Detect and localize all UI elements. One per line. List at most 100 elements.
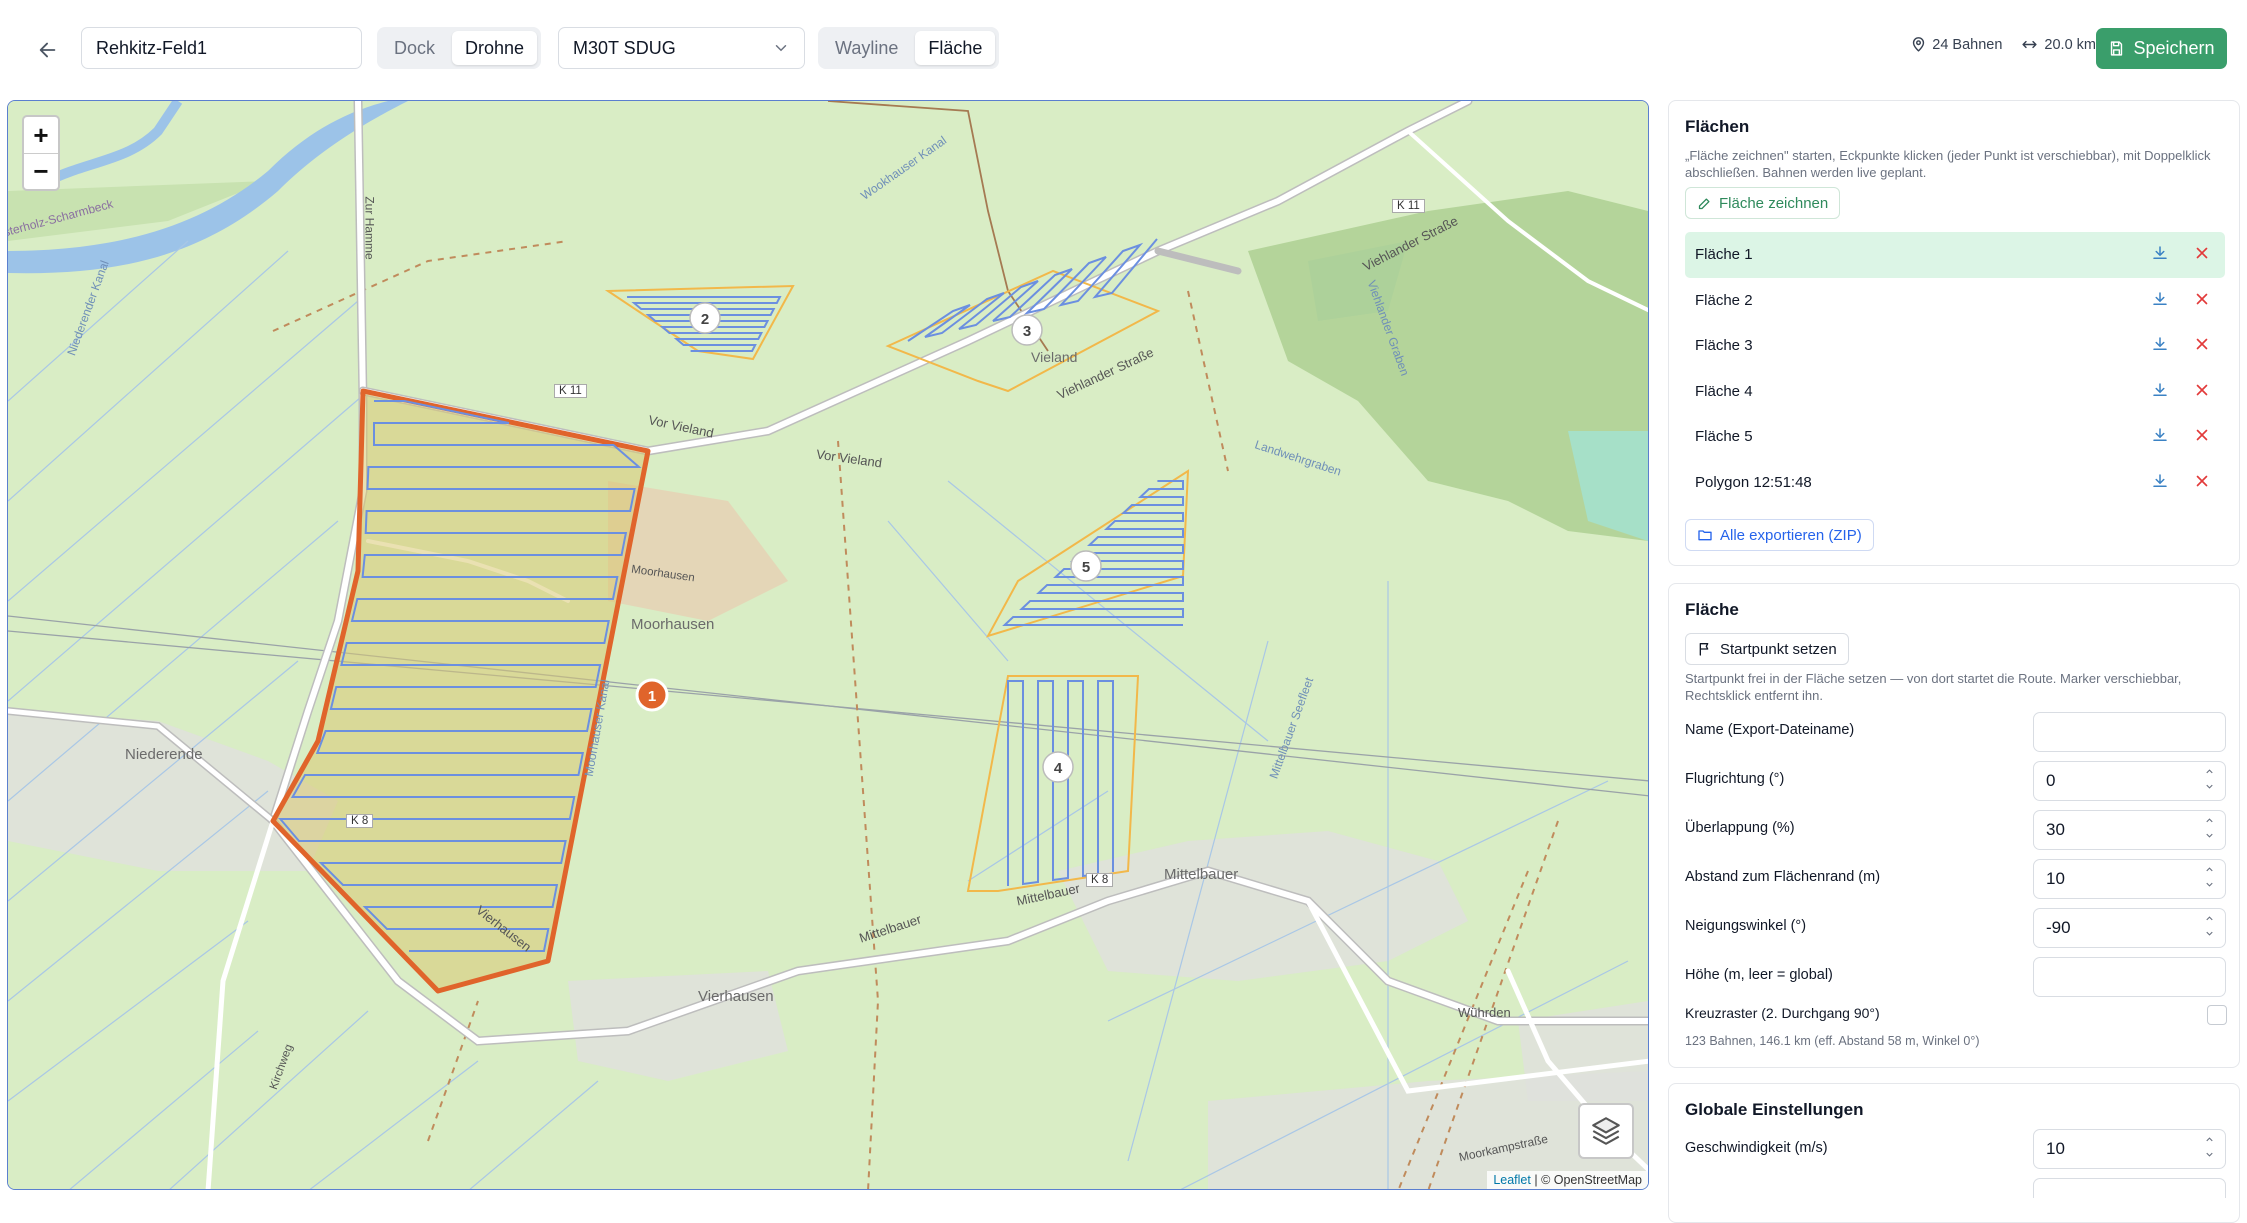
height-input[interactable] bbox=[2033, 957, 2226, 997]
stepper[interactable] bbox=[2204, 913, 2215, 939]
save-button[interactable]: Speichern bbox=[2096, 28, 2227, 69]
close-icon[interactable] bbox=[2193, 290, 2211, 308]
top-bar: Rehkitz-Feld1 Dock Drohne M30T SDUG Wayl… bbox=[0, 0, 2247, 98]
stepper[interactable] bbox=[2204, 766, 2215, 792]
layers-button[interactable] bbox=[1578, 1103, 1634, 1159]
tab-dock[interactable]: Dock bbox=[381, 31, 448, 65]
area-item[interactable]: Fläche 1 bbox=[1685, 232, 2225, 278]
chevron-up-icon[interactable] bbox=[2204, 766, 2215, 777]
export-name-input[interactable] bbox=[2033, 712, 2226, 752]
close-icon[interactable] bbox=[2193, 381, 2211, 399]
export-all-label: Alle exportieren (ZIP) bbox=[1720, 526, 1862, 544]
download-icon[interactable] bbox=[2151, 426, 2169, 444]
area-item-label: Fläche 1 bbox=[1695, 246, 1753, 264]
place-label: Moorhausen bbox=[631, 616, 715, 633]
distance-value: 20.0 km bbox=[2044, 36, 2096, 53]
place-label: Mittelbauer bbox=[1164, 866, 1239, 883]
area-settings-title: Fläche bbox=[1685, 600, 1739, 619]
tilt-input[interactable]: -90 bbox=[2033, 908, 2226, 948]
chevron-down-icon[interactable] bbox=[2204, 879, 2215, 890]
zoom-out-button[interactable]: − bbox=[24, 153, 58, 189]
chevron-up-icon[interactable] bbox=[2204, 815, 2215, 826]
map-canvas[interactable]: 1 2 3 4 5 bbox=[8, 101, 1649, 1190]
stepper[interactable] bbox=[2204, 815, 2215, 841]
lanes-count: 24 Bahnen bbox=[1932, 36, 2003, 53]
direction-input[interactable]: 0 bbox=[2033, 761, 2226, 801]
area-item[interactable]: Polygon 12:51:48 bbox=[1685, 460, 2225, 506]
chevron-down-icon bbox=[775, 45, 787, 52]
road-label: K 8 bbox=[1086, 873, 1114, 887]
road-label: Zur Hamme bbox=[362, 196, 377, 260]
route-stats: 24 Bahnen 20.0 km bbox=[1910, 36, 2096, 53]
field-label-direction: Flugrichtung (°) bbox=[1685, 771, 1785, 787]
stepper[interactable] bbox=[2204, 864, 2215, 890]
road-label: K 11 bbox=[1392, 199, 1425, 213]
margin-input[interactable]: 10 bbox=[2033, 859, 2226, 899]
chevron-up-icon[interactable] bbox=[2204, 913, 2215, 924]
areas-title: Flächen bbox=[1685, 117, 1750, 136]
tab-drohne[interactable]: Drohne bbox=[452, 31, 538, 65]
direction-value: 0 bbox=[2046, 771, 2056, 790]
field-name-input[interactable]: Rehkitz-Feld1 bbox=[81, 27, 362, 69]
tab-wayline[interactable]: Wayline bbox=[822, 31, 911, 65]
svg-text:5: 5 bbox=[1082, 559, 1090, 576]
folder-icon bbox=[1698, 530, 1712, 541]
chevron-down-icon[interactable] bbox=[2204, 1149, 2215, 1160]
area-item-label: Polygon 12:51:48 bbox=[1695, 473, 1812, 491]
chevron-up-icon[interactable] bbox=[2204, 864, 2215, 875]
close-icon[interactable] bbox=[2193, 472, 2211, 490]
area-marker-1[interactable]: 1 bbox=[635, 678, 669, 712]
svg-text:3: 3 bbox=[1023, 323, 1031, 340]
drone-model-select[interactable]: M30T SDUG bbox=[558, 27, 805, 69]
leaflet-link[interactable]: Leaflet bbox=[1493, 1173, 1531, 1187]
save-label: Speichern bbox=[2133, 38, 2215, 58]
download-icon[interactable] bbox=[2151, 335, 2169, 353]
overlap-value: 30 bbox=[2046, 820, 2065, 839]
cross-grid-checkbox[interactable] bbox=[2207, 1005, 2227, 1025]
startpoint-hint: Startpunkt frei in der Fläche setzen — v… bbox=[1685, 671, 2182, 703]
chevron-down-icon[interactable] bbox=[2204, 781, 2215, 792]
close-icon[interactable] bbox=[2193, 335, 2211, 353]
place-label: Niederende bbox=[125, 746, 203, 763]
export-all-button[interactable]: Alle exportieren (ZIP) bbox=[1685, 519, 1874, 551]
areas-panel: Flächen „Fläche zeichnen" starten, Eckpu… bbox=[1668, 100, 2240, 566]
field-label-margin: Abstand zum Flächenrand (m) bbox=[1685, 869, 1881, 885]
area-marker-4[interactable]: 4 bbox=[1042, 751, 1074, 783]
chevron-down-icon[interactable] bbox=[2204, 928, 2215, 939]
overlap-input[interactable]: 30 bbox=[2033, 810, 2226, 850]
arrow-left-icon bbox=[39, 42, 56, 58]
area-settings-panel: Fläche Startpunkt setzen Startpunkt frei… bbox=[1668, 583, 2240, 1068]
global-settings-panel: Globale Einstellungen Geschwindigkeit (m… bbox=[1668, 1083, 2240, 1223]
close-icon[interactable] bbox=[2193, 426, 2211, 444]
zoom-in-button[interactable]: + bbox=[24, 117, 58, 153]
download-icon[interactable] bbox=[2151, 244, 2169, 262]
draw-area-button[interactable]: Fläche zeichnen bbox=[1685, 187, 1841, 219]
back-button[interactable] bbox=[30, 32, 66, 68]
zoom-control: + − bbox=[22, 115, 60, 191]
area-marker-2[interactable]: 2 bbox=[689, 302, 721, 334]
download-icon[interactable] bbox=[2151, 381, 2169, 399]
pencil-icon bbox=[1698, 198, 1710, 209]
area-item[interactable]: Fläche 2 bbox=[1685, 278, 2225, 324]
area-item[interactable]: Fläche 5 bbox=[1685, 414, 2225, 460]
tab-flaeche[interactable]: Fläche bbox=[915, 31, 996, 65]
svg-text:4: 4 bbox=[1054, 760, 1063, 777]
download-icon[interactable] bbox=[2151, 472, 2169, 490]
set-startpoint-button[interactable]: Startpunkt setzen bbox=[1685, 633, 1849, 665]
chevron-down-icon[interactable] bbox=[2204, 830, 2215, 841]
area-marker-3[interactable]: 3 bbox=[1011, 314, 1043, 346]
area-item[interactable]: Fläche 3 bbox=[1685, 323, 2225, 369]
stepper[interactable] bbox=[2204, 1134, 2215, 1160]
next-setting-input[interactable] bbox=[2033, 1178, 2226, 1198]
area-marker-5[interactable]: 5 bbox=[1070, 550, 1102, 582]
close-icon[interactable] bbox=[2193, 244, 2211, 262]
area-item[interactable]: Fläche 4 bbox=[1685, 369, 2225, 415]
chevron-up-icon[interactable] bbox=[2204, 1134, 2215, 1145]
download-icon[interactable] bbox=[2151, 290, 2169, 308]
cross-grid-label: Kreuzraster (2. Durchgang 90°) bbox=[1685, 1005, 1880, 1021]
speed-input[interactable]: 10 bbox=[2033, 1129, 2226, 1169]
area-item-label: Fläche 2 bbox=[1695, 291, 1753, 309]
map-view[interactable]: 1 2 3 4 5 Moorhausen Niederende Vierhaus… bbox=[7, 100, 1649, 1190]
area-item-label: Fläche 5 bbox=[1695, 428, 1753, 446]
field-label-overlap: Überlappung (%) bbox=[1685, 820, 1795, 836]
